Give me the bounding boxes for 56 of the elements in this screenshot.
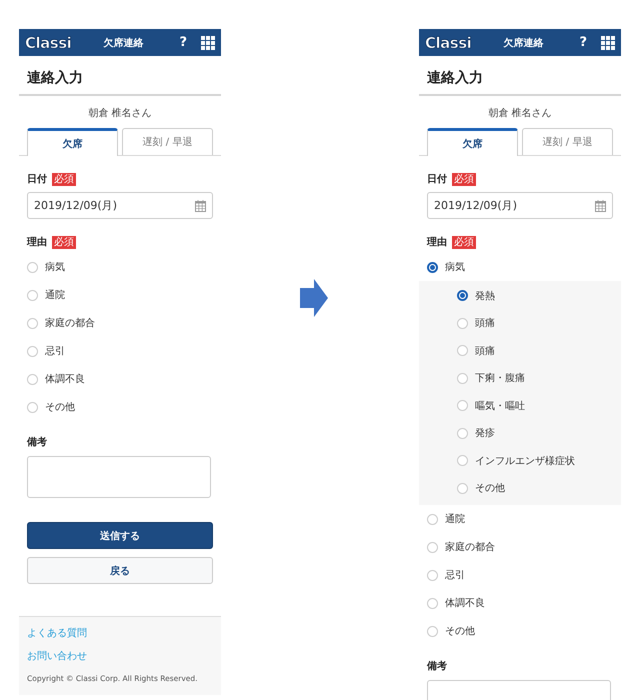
option-label: 頭痛 <box>475 344 495 358</box>
option-label: 下痢・腹痛 <box>475 372 525 386</box>
tab[interactable]: 遅刻 / 早退 <box>522 128 613 155</box>
field-label: 理由 <box>27 236 47 249</box>
tab[interactable]: 欠席 <box>427 128 518 156</box>
calendar-icon <box>195 200 206 212</box>
notes-field[interactable] <box>27 456 211 498</box>
option-label: その他 <box>445 625 475 638</box>
menu-icon[interactable] <box>601 36 615 50</box>
option-label: 忌引 <box>445 569 465 582</box>
field-label: 備考 <box>427 660 447 673</box>
student-name: 朝倉 椎名さん <box>87 106 153 120</box>
field-label: 日付 <box>427 172 447 186</box>
field-label: 備考 <box>27 436 47 449</box>
required-badge: 必須 <box>452 236 476 248</box>
required-badge: 必須 <box>452 172 476 186</box>
help-button[interactable]: ? <box>175 35 191 50</box>
option-label: 発熱 <box>475 290 495 303</box>
tab[interactable]: 欠席 <box>27 128 118 156</box>
student-name: 朝倉 椎名さん <box>487 106 553 120</box>
radio-button[interactable] <box>427 262 438 272</box>
option-label: 体調不良 <box>45 372 85 386</box>
submit-button[interactable]: 送信する <box>27 522 213 549</box>
option-label: 家庭の都合 <box>45 316 95 330</box>
required-badge: 必須 <box>52 236 76 248</box>
option-label: 病気 <box>45 260 65 274</box>
field-label: 日付 <box>27 172 47 186</box>
option-label: 頭痛 <box>475 316 495 330</box>
date-field[interactable]: 2019/12/09(月) <box>27 192 213 219</box>
option-label: 嘔気・嘔吐 <box>475 400 525 413</box>
date-field[interactable]: 2019/12/09(月) <box>427 192 613 219</box>
tab[interactable]: 遅刻 / 早退 <box>122 128 213 155</box>
menu-icon[interactable] <box>201 36 215 50</box>
logo[interactable]: Classi <box>425 34 472 52</box>
option-label: 発疹 <box>475 426 495 440</box>
option-label: 家庭の都合 <box>445 540 495 554</box>
back-button[interactable]: 戻る <box>27 557 213 584</box>
page-title: 連絡入力 <box>419 56 621 96</box>
radio-button[interactable] <box>457 290 468 302</box>
field-label: 理由 <box>427 236 447 249</box>
option-label: その他 <box>475 482 505 496</box>
header-title: 欠席連絡 <box>102 36 144 50</box>
page-title: 連絡入力 <box>19 56 221 96</box>
option-label: 通院 <box>445 512 465 526</box>
option-label: 忌引 <box>45 345 65 358</box>
header-title: 欠席連絡 <box>502 36 544 50</box>
option-label: その他 <box>45 401 75 414</box>
option-label: インフルエンザ様症状 <box>475 454 575 468</box>
option-label: 病気 <box>445 260 465 274</box>
calendar-icon <box>595 200 606 212</box>
logo[interactable]: Classi <box>25 34 72 52</box>
help-button[interactable]: ? <box>575 35 591 50</box>
option-label: 通院 <box>45 288 65 302</box>
required-badge: 必須 <box>52 172 76 186</box>
right-arrow-icon <box>300 279 328 317</box>
option-label: 体調不良 <box>445 596 485 610</box>
